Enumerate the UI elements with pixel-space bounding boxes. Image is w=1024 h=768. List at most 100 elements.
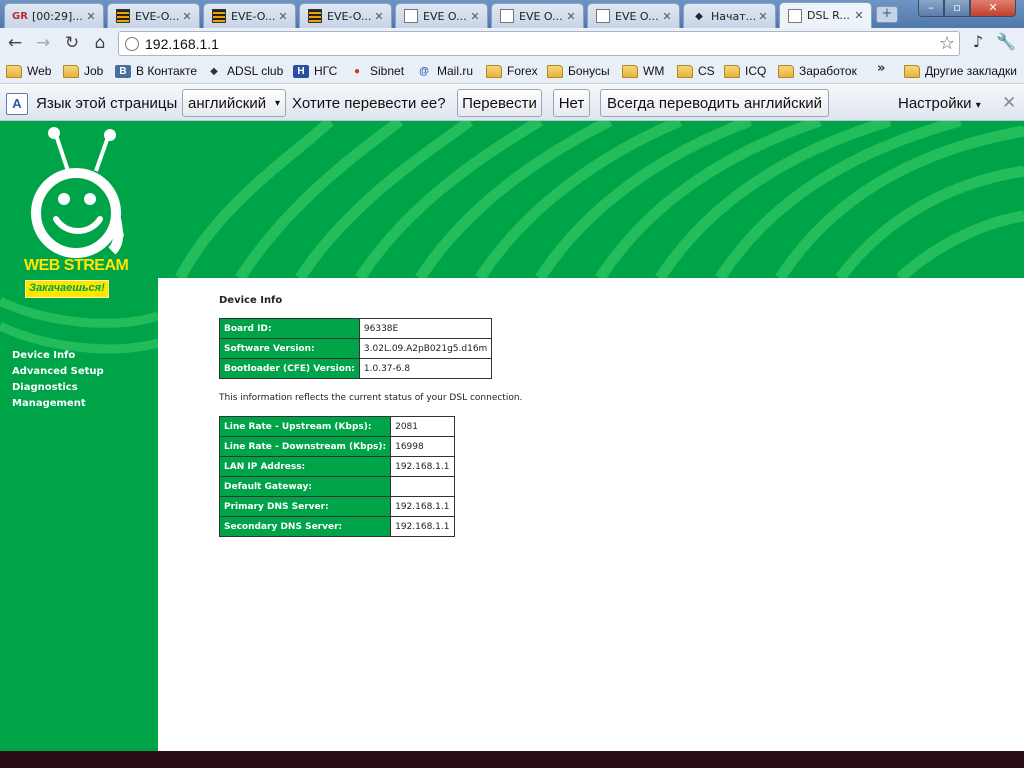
tab-3[interactable]: EVE-O... ✕: [203, 3, 296, 28]
bookmark-bonusy[interactable]: Бонусы: [547, 62, 610, 80]
tab-active[interactable]: DSL R... ✕: [779, 2, 872, 28]
close-window-button[interactable]: ✕: [970, 0, 1016, 17]
row-value: 1.0.37-6.8: [358, 358, 493, 379]
folder-icon: [63, 64, 79, 78]
close-icon[interactable]: ✕: [661, 10, 673, 23]
folder-icon: [547, 64, 563, 78]
row-value: 192.168.1.1: [390, 516, 455, 537]
bookmark-wm[interactable]: WM: [622, 62, 664, 80]
bookmark-label: Forex: [507, 64, 538, 78]
row-value: 192.168.1.1: [390, 456, 455, 477]
bookmark-vkontakte[interactable]: В В Контакте: [115, 62, 197, 80]
tab-5[interactable]: EVE O... ✕: [395, 3, 488, 28]
maximize-button[interactable]: ▫: [944, 0, 970, 17]
bookmark-zarabotok[interactable]: Заработок: [778, 62, 857, 80]
bookmark-cs[interactable]: CS: [677, 62, 715, 80]
bookmark-label: CS: [698, 64, 715, 78]
back-button[interactable]: ←: [4, 32, 26, 54]
brand-slogan: Закачаешься!: [25, 280, 109, 298]
row-value: 16998: [390, 436, 455, 457]
nav-advanced-setup[interactable]: Advanced Setup: [12, 364, 104, 380]
close-icon[interactable]: ✕: [85, 10, 97, 23]
reload-button[interactable]: ↻: [61, 32, 83, 54]
folder-icon: [677, 64, 693, 78]
close-icon[interactable]: ✕: [469, 10, 481, 23]
always-translate-button[interactable]: Всегда переводить английский: [600, 89, 829, 117]
bookmark-label: В Контакте: [136, 64, 198, 78]
nav-management[interactable]: Management: [12, 396, 104, 412]
close-icon[interactable]: ✕: [373, 10, 385, 23]
bookmark-label: WM: [643, 64, 665, 78]
tab-4[interactable]: EVE-O... ✕: [299, 3, 392, 28]
address-bar[interactable]: 192.168.1.1 ☆: [118, 31, 960, 56]
row-label: Line Rate - Downstream (Kbps):: [218, 436, 392, 457]
bookmark-ngs[interactable]: H НГС: [293, 62, 337, 80]
webstream-logo: [31, 127, 124, 258]
no-button[interactable]: Нет: [553, 89, 590, 117]
row-label: Secondary DNS Server:: [218, 516, 392, 537]
connection-status-table: Line Rate - Upstream (Kbps): 2081 Line R…: [218, 416, 455, 537]
page-menu-icon[interactable]: ♪: [968, 32, 988, 51]
translate-icon: A: [6, 93, 28, 115]
tab-7[interactable]: EVE O... ✕: [587, 3, 680, 28]
forward-button[interactable]: →: [32, 32, 54, 54]
row-label: Primary DNS Server:: [218, 496, 392, 517]
nav-device-info[interactable]: Device Info: [12, 348, 104, 364]
eve-icon: [308, 9, 322, 23]
globe-icon: [125, 36, 139, 51]
row-value: [390, 476, 455, 497]
close-icon[interactable]: ✕: [853, 9, 865, 22]
tab-title: EVE O...: [519, 9, 563, 23]
bookmark-icq[interactable]: ICQ: [724, 62, 766, 80]
address-url[interactable]: 192.168.1.1: [145, 36, 219, 52]
star-icon[interactable]: ☆: [939, 33, 955, 54]
translate-options-menu[interactable]: Настройки ▾: [898, 95, 981, 112]
gr-icon: GR: [12, 10, 28, 22]
language-select[interactable]: английский ▾: [182, 89, 286, 117]
main-content: Device Info Board ID: 96338E Software Ve…: [218, 295, 522, 537]
translate-close-icon[interactable]: ✕: [1002, 93, 1016, 113]
close-icon[interactable]: ✕: [277, 10, 289, 23]
tab-8[interactable]: ◆ Начат... ✕: [683, 3, 776, 28]
new-tab-button[interactable]: +: [876, 6, 898, 23]
close-icon[interactable]: ✕: [565, 10, 577, 23]
bookmark-adsl-club[interactable]: ◆ ADSL club: [206, 62, 283, 80]
bookmark-web[interactable]: Web: [6, 62, 51, 80]
page-title: Device Info: [219, 295, 283, 306]
eve-icon: [116, 9, 130, 23]
row-value: 192.168.1.1: [390, 496, 455, 517]
bookmarks-bar: Web Job В В Контакте ◆ ADSL club H НГС ●…: [0, 58, 1024, 84]
ngs-icon: H: [293, 64, 309, 78]
translate-prefix: Язык этой страницы: [36, 95, 178, 112]
close-icon[interactable]: ✕: [181, 10, 193, 23]
doc-icon: [404, 9, 418, 23]
translate-options-label: Настройки: [898, 95, 972, 112]
status-note: This information reflects the current st…: [219, 393, 523, 403]
nav-diagnostics[interactable]: Diagnostics: [12, 380, 104, 396]
bookmark-mailru[interactable]: @ Mail.ru: [416, 62, 473, 80]
bookmark-sibnet[interactable]: ● Sibnet: [349, 62, 404, 80]
mail-icon: @: [419, 65, 429, 77]
sidebar: WEB STREAM Закачаешься! Device Info Adva…: [0, 121, 158, 751]
minimize-button[interactable]: –: [918, 0, 944, 17]
wrench-icon[interactable]: 🔧: [996, 32, 1016, 51]
bookmark-job[interactable]: Job: [63, 62, 103, 80]
tab-6[interactable]: EVE O... ✕: [491, 3, 584, 28]
tab-title: EVE-O...: [231, 9, 276, 23]
tab-2[interactable]: EVE-O... ✕: [107, 3, 200, 28]
browser-toolbar: ← → ↻ ⌂ 192.168.1.1 ☆ ♪ 🔧: [0, 28, 1024, 58]
bookmarks-overflow-chevron[interactable]: »: [877, 61, 885, 76]
translate-button[interactable]: Перевести: [457, 89, 542, 117]
table-row: Line Rate - Upstream (Kbps): 2081: [218, 416, 455, 437]
home-button[interactable]: ⌂: [89, 32, 111, 54]
tab-title: EVE-O...: [135, 9, 180, 23]
bookmark-label: ADSL club: [227, 64, 284, 78]
bookmark-forex[interactable]: Forex: [486, 62, 538, 80]
close-icon[interactable]: ✕: [757, 10, 769, 23]
bookmark-other[interactable]: Другие закладки: [904, 62, 1017, 80]
doc-icon: [596, 9, 610, 23]
bookmark-label: Бонусы: [568, 64, 610, 78]
translate-infobar: A Язык этой страницы английский ▾ Хотите…: [0, 85, 1024, 121]
tab-1[interactable]: GR [00:29]... ✕: [4, 3, 104, 28]
row-label: Line Rate - Upstream (Kbps):: [218, 416, 392, 437]
